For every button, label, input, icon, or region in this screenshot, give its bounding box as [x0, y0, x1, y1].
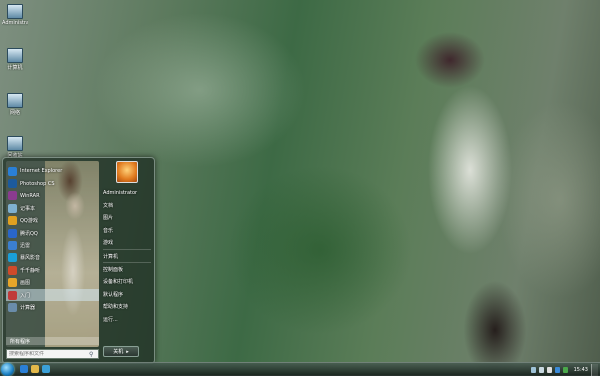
program-item-calculator[interactable]: 计算器	[6, 301, 99, 313]
program-item-qq[interactable]: 腾讯QQ	[6, 227, 99, 239]
notepad-icon	[8, 203, 17, 213]
program-item-photoshop[interactable]: Photoshop CS	[6, 177, 99, 189]
desktop-icon-recycle-bin[interactable]: 回收站	[2, 136, 28, 159]
program-item-qq-game[interactable]: QQ游戏	[6, 215, 99, 227]
user-picture[interactable]	[116, 161, 138, 183]
program-item-xunlei[interactable]: 迅雷	[6, 239, 99, 251]
right-item-user[interactable]: Administrator	[103, 187, 151, 199]
program-item-paint[interactable]: 画图	[6, 277, 99, 289]
chevron-right-icon[interactable]: ▸	[126, 349, 129, 355]
desktop-icon-label: 网络	[9, 110, 20, 116]
program-label: Photoshop CS	[20, 180, 55, 187]
program-label: WinRAR	[20, 192, 40, 199]
all-programs-button[interactable]: 所有程序	[6, 337, 99, 345]
start-menu: Internet Explorer Photoshop CS WinRAR 记事…	[2, 157, 155, 364]
start-orb-button[interactable]	[1, 363, 14, 376]
program-label: 入门	[20, 292, 31, 299]
network-tray-icon[interactable]	[530, 366, 536, 373]
search-box[interactable]: ⚲	[6, 349, 99, 359]
right-item-pictures[interactable]: 图片	[103, 212, 151, 224]
program-label: 迅雷	[20, 243, 31, 250]
right-item-control-panel[interactable]: 控制面板	[103, 262, 151, 275]
right-item-music[interactable]: 音乐	[103, 224, 151, 236]
system-tray: 15:43	[528, 363, 598, 376]
desktop-icon-label: 计算机	[7, 65, 23, 71]
qq-icon	[8, 228, 17, 238]
desktop-icon-network[interactable]: 网络	[2, 93, 28, 116]
program-label: Internet Explorer	[20, 168, 63, 175]
explorer-icon[interactable]	[31, 365, 39, 373]
paint-icon	[8, 278, 17, 288]
recycle-bin-icon	[7, 136, 23, 151]
program-item-winrar[interactable]: WinRAR	[6, 190, 99, 202]
program-label: QQ游戏	[20, 218, 38, 225]
program-label: 画图	[20, 280, 31, 287]
program-item-getting-started[interactable]: 入门	[6, 288, 99, 302]
program-item-ie[interactable]: Internet Explorer	[6, 165, 99, 177]
calculator-icon	[8, 302, 17, 312]
xunlei-icon	[8, 241, 17, 251]
right-item-devices-printers[interactable]: 设备和打印机	[103, 276, 151, 288]
player-icon	[8, 253, 17, 263]
desktop-icon-administrator[interactable]: Administra...	[2, 4, 28, 26]
user-folder-icon	[7, 4, 23, 19]
taskbar: 15:43	[0, 362, 600, 376]
right-item-default-programs[interactable]: 默认程序	[103, 288, 151, 300]
media-player-icon[interactable]	[42, 365, 50, 373]
program-item-music[interactable]: 千千静听	[6, 264, 99, 276]
all-programs-label: 所有程序	[10, 338, 31, 345]
getting-started-icon	[8, 290, 17, 300]
show-desktop-button[interactable]	[591, 363, 598, 376]
program-label: 计算器	[20, 304, 36, 311]
program-label: 暴风影音	[20, 255, 41, 262]
shutdown-button[interactable]: 关机 ▸	[103, 346, 139, 357]
program-item-notepad[interactable]: 记事本	[6, 202, 99, 214]
shutdown-label: 关机	[113, 349, 124, 355]
program-label: 千千静听	[20, 267, 41, 274]
right-item-documents[interactable]: 文档	[103, 199, 151, 211]
start-menu-right-pane: Administrator 文档 图片 音乐 游戏 计算机 控制面板 设备和打印…	[103, 161, 151, 325]
photoshop-icon	[8, 179, 17, 189]
desktop-icon-computer[interactable]: 计算机	[2, 48, 28, 71]
volume-tray-icon[interactable]	[538, 366, 544, 373]
search-input[interactable]	[9, 351, 89, 357]
music-icon	[8, 265, 17, 275]
ie-icon[interactable]	[20, 365, 28, 373]
right-item-run[interactable]: 运行...	[103, 313, 151, 325]
shield-tray-icon[interactable]	[562, 366, 568, 373]
right-item-computer[interactable]: 计算机	[103, 248, 151, 262]
clock[interactable]: 15:43	[574, 367, 588, 373]
program-label: 腾讯QQ	[20, 230, 38, 237]
winrar-icon	[8, 191, 17, 201]
desktop-icon-label: Administra...	[2, 20, 28, 26]
right-item-help[interactable]: 帮助和支持	[103, 301, 151, 313]
network-icon	[7, 93, 23, 108]
ie-icon	[8, 166, 17, 176]
qq-tray-icon[interactable]	[554, 366, 560, 373]
flag-tray-icon[interactable]	[546, 366, 552, 373]
computer-icon	[7, 48, 23, 63]
search-icon[interactable]: ⚲	[89, 351, 93, 358]
qq-game-icon	[8, 216, 17, 226]
program-label: 记事本	[20, 205, 36, 212]
right-item-games[interactable]: 游戏	[103, 237, 151, 249]
program-list: Internet Explorer Photoshop CS WinRAR 记事…	[6, 165, 99, 314]
program-item-player[interactable]: 暴风影音	[6, 252, 99, 264]
start-menu-programs-pane: Internet Explorer Photoshop CS WinRAR 记事…	[6, 161, 99, 347]
